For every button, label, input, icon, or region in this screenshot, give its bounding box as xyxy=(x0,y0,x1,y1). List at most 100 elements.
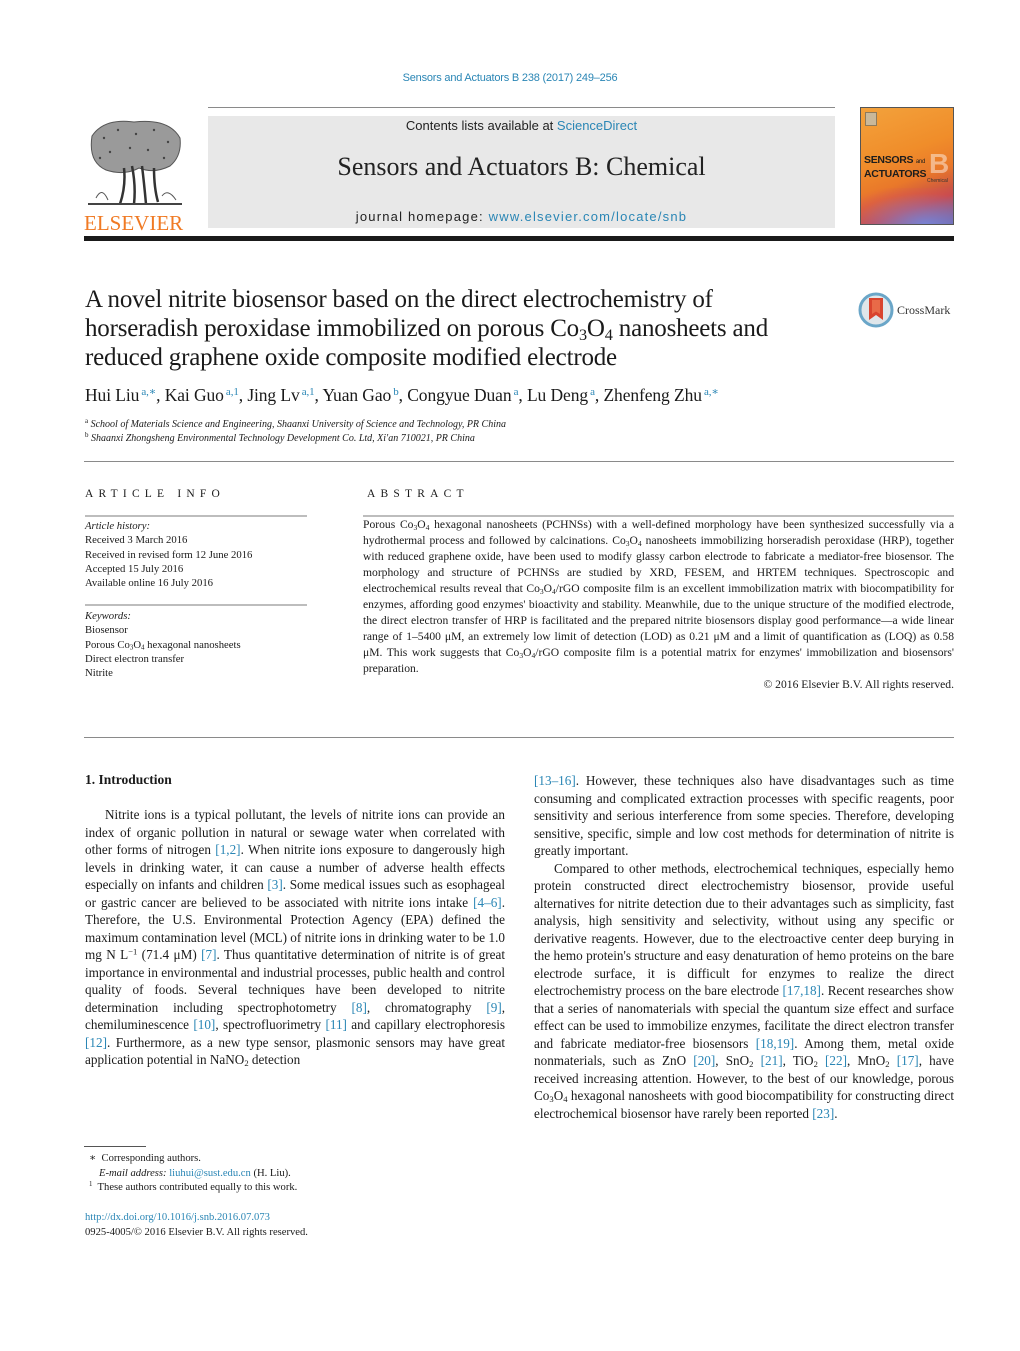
cover-subtitle: Chemical xyxy=(927,178,948,184)
journal-banner: Contents lists available at ScienceDirec… xyxy=(208,116,835,228)
sciencedirect-link[interactable]: ScienceDirect xyxy=(557,118,637,133)
author-affiliation-marks[interactable]: b xyxy=(391,386,399,398)
citation-link[interactable]: [17,18] xyxy=(782,983,820,998)
keyword-item: Nitrite xyxy=(85,667,113,680)
history-accepted: Accepted 15 July 2016 xyxy=(85,562,184,575)
citation-link[interactable]: [21] xyxy=(761,1053,783,1068)
cover-elsevier-icon xyxy=(865,112,877,126)
affiliation-divider xyxy=(84,461,954,462)
footnote-divider xyxy=(84,1146,146,1147)
body-text: . However, these techniques also have di… xyxy=(534,773,954,858)
affiliation-a: a School of Materials Science and Engine… xyxy=(85,417,506,430)
keyword-item: Porous Co3O4 hexagonal nanosheets xyxy=(85,638,241,652)
citation-link[interactable]: [11] xyxy=(325,1017,346,1032)
header-thick-divider xyxy=(84,236,954,241)
footnote-equal-contribution: 1 These authors contributed equally to t… xyxy=(89,1181,298,1193)
body-text: . xyxy=(834,1105,838,1121)
author-name[interactable]: Kai Guo xyxy=(165,385,224,405)
intro-paragraph: [13–16]. However, these techniques also … xyxy=(534,772,954,860)
doi-link[interactable]: http://dx.doi.org/10.1016/j.snb.2016.07.… xyxy=(85,1212,270,1223)
abstract-text: Porous Co3O4 hexagonal nanosheets (PCHNS… xyxy=(363,518,954,675)
footnote-email: E-mail address: liuhui@sust.edu.cn (H. L… xyxy=(99,1167,291,1179)
elsevier-tree-icon xyxy=(88,120,182,205)
author-name[interactable]: Jing Lv xyxy=(247,385,299,405)
journal-homepage-line: journal homepage: www.elsevier.com/locat… xyxy=(208,209,835,224)
citation-link[interactable]: [9] xyxy=(486,1000,501,1015)
affiliation-b: b Shaanxi Zhongsheng Environmental Techn… xyxy=(85,431,475,444)
citation-link[interactable]: [22] xyxy=(825,1053,847,1068)
homepage-prefix: journal homepage: xyxy=(355,209,489,224)
intro-paragraph: Nitrite ions is a typical pollutant, the… xyxy=(85,806,505,1069)
author-affiliation-marks[interactable]: a xyxy=(512,386,519,398)
abstract-copyright: © 2016 Elsevier B.V. All rights reserved… xyxy=(763,678,954,691)
article-info-divider xyxy=(85,515,307,517)
body-divider xyxy=(84,737,954,738)
issn-copyright: 0925-4005/© 2016 Elsevier B.V. All right… xyxy=(85,1226,308,1238)
cover-letter: B xyxy=(929,148,950,179)
citation-link[interactable]: [18,19] xyxy=(756,1036,794,1051)
article-title: A novel nitrite biosensor based on the d… xyxy=(85,286,769,371)
author-name[interactable]: Zhenfeng Zhu xyxy=(603,385,702,405)
doi-block: http://dx.doi.org/10.1016/j.snb.2016.07.… xyxy=(85,1211,308,1240)
citation-link[interactable]: [8] xyxy=(352,1000,367,1015)
body-text: , SnO2 xyxy=(715,1053,754,1070)
elsevier-logo[interactable]: ELSEVIER xyxy=(84,116,184,234)
citation-link[interactable]: [23] xyxy=(812,1106,834,1121)
article-history: Article history: Received 3 March 2016 R… xyxy=(85,519,310,590)
cover-artwork xyxy=(861,188,953,224)
citation-link[interactable]: [4–6] xyxy=(473,895,502,910)
elsevier-wordmark: ELSEVIER xyxy=(84,211,184,235)
journal-homepage-link[interactable]: www.elsevier.com/locate/snb xyxy=(489,209,688,224)
journal-cover-image[interactable]: B SENSORS and ACTUATORS Chemical xyxy=(860,107,954,225)
article-info-heading: ARTICLE INFO xyxy=(85,488,225,500)
keywords-block: Keywords: Biosensor Porous Co3O4 hexagon… xyxy=(85,609,310,680)
keywords-divider xyxy=(85,604,307,606)
citation-link[interactable]: [10] xyxy=(193,1017,215,1032)
header-divider xyxy=(208,107,835,108)
body-text: Compared to other methods, electrochemic… xyxy=(534,860,954,999)
crossmark-icon xyxy=(858,292,894,328)
abstract-body: Porous Co3O4 hexagonal nanosheets (PCHNS… xyxy=(363,517,954,693)
author-name[interactable]: Hui Liu xyxy=(85,385,139,405)
citation-link[interactable]: [3] xyxy=(267,877,282,892)
history-online: Available online 16 July 2016 xyxy=(85,577,214,590)
citation-link[interactable]: [20] xyxy=(693,1053,715,1068)
email-link[interactable]: liuhui@sust.edu.cn xyxy=(169,1168,251,1179)
crossmark-button[interactable]: CrossMark xyxy=(858,290,958,330)
body-text: . Furthermore, as a new type sensor, pla… xyxy=(85,1034,505,1069)
keyword-item: Direct electron transfer xyxy=(85,652,185,665)
contents-prefix: Contents lists available at xyxy=(405,118,557,133)
cover-title: SENSORS and ACTUATORS xyxy=(864,154,927,180)
citation-link[interactable]: [13–16] xyxy=(534,773,576,788)
article-history-label: Article history: xyxy=(85,520,151,532)
author-name[interactable]: Yuan Gao xyxy=(322,385,391,405)
intro-paragraph: Compared to other methods, electrochemic… xyxy=(534,860,954,1123)
author-affiliation-marks[interactable]: a,∗ xyxy=(139,386,156,398)
citation-link[interactable]: [17] xyxy=(897,1053,919,1068)
author-affiliation-marks[interactable]: a,∗ xyxy=(702,386,719,398)
section-heading-introduction: 1. Introduction xyxy=(85,772,172,787)
history-received: Received 3 March 2016 xyxy=(85,534,188,547)
contents-available-line: Contents lists available at ScienceDirec… xyxy=(208,118,835,133)
keywords-label: Keywords: xyxy=(85,610,131,622)
body-text: , TiO2 xyxy=(782,1053,818,1070)
journal-title: Sensors and Actuators B: Chemical xyxy=(337,152,706,181)
intro-column-left: Nitrite ions is a typical pollutant, the… xyxy=(85,806,505,1069)
author-affiliation-marks[interactable]: a,1 xyxy=(300,386,315,398)
citation-link[interactable]: [12] xyxy=(85,1035,107,1050)
citation-link[interactable]: [7] xyxy=(201,947,216,962)
journal-citation-link[interactable]: Sensors and Actuators B 238 (2017) 249–2… xyxy=(0,72,1020,84)
footnotes: ∗ Corresponding authors. E-mail address:… xyxy=(85,1152,505,1196)
author-name[interactable]: Congyue Duan xyxy=(407,385,511,405)
author-affiliation-marks[interactable]: a xyxy=(588,386,595,398)
body-text: , chromatography xyxy=(366,999,487,1015)
author-list: Hui Liu a,∗, Kai Guo a,1, Jing Lv a,1, Y… xyxy=(85,385,719,405)
author-affiliation-marks[interactable]: a,1 xyxy=(224,386,239,398)
footnote-corresponding: ∗ Corresponding authors. xyxy=(89,1153,201,1164)
keyword-item: Biosensor xyxy=(85,624,128,637)
body-text: and capillary electrophoresis xyxy=(346,1017,505,1032)
author-name[interactable]: Lu Deng xyxy=(527,385,588,405)
citation-link[interactable]: [1,2] xyxy=(215,842,240,857)
crossmark-label: CrossMark xyxy=(897,302,951,317)
intro-column-right: [13–16]. However, these techniques also … xyxy=(534,772,954,1122)
